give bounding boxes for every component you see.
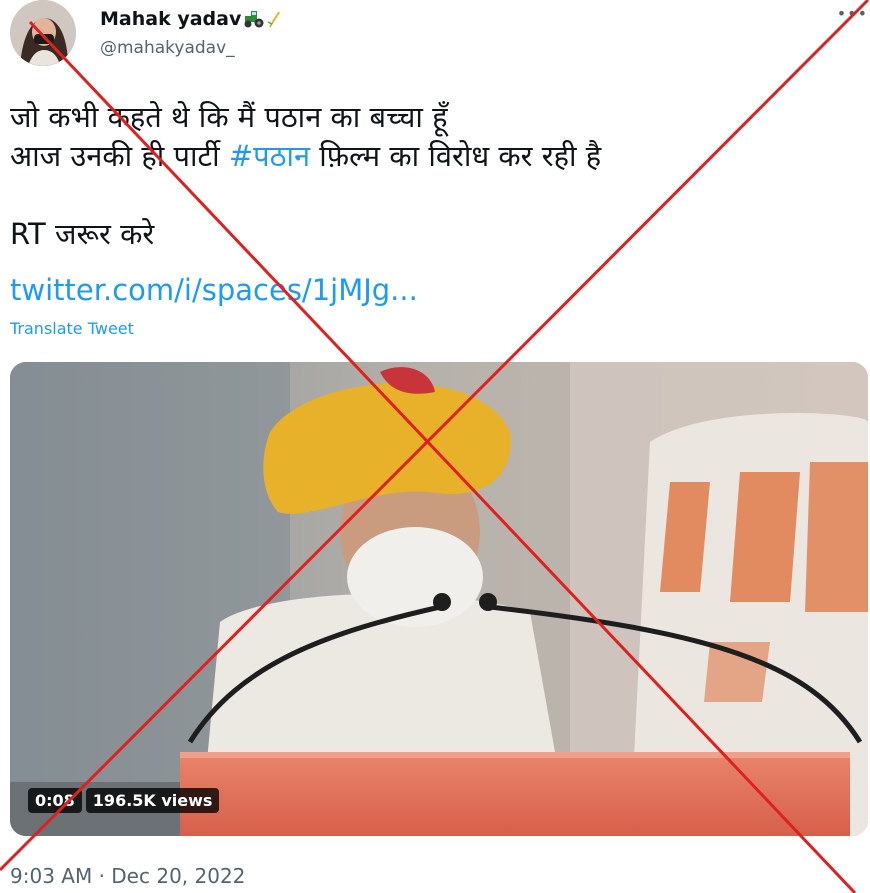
tweet-line-2: आज उनकी ही पार्टी #पठान फ़िल्म का विरोध …	[10, 137, 860, 176]
avatar-photo	[10, 0, 76, 66]
video-frame	[10, 362, 868, 836]
hashtag-link[interactable]: #पठान	[229, 139, 310, 173]
avatar[interactable]	[10, 0, 76, 66]
tweet-text: जो कभी कहते थे कि मैं पठान का बच्चा हूँ …	[10, 98, 860, 254]
ellipsis-icon[interactable]: •••	[837, 4, 868, 23]
video-views: 196.5K views	[85, 788, 220, 813]
tractor-icon	[243, 10, 265, 33]
video-overlay: 0:08 196.5K views	[28, 788, 220, 813]
translate-tweet-link[interactable]: Translate Tweet	[10, 319, 134, 338]
video-player[interactable]	[10, 362, 868, 836]
author-handle[interactable]: @mahakyadav_	[100, 38, 235, 58]
wheat-icon	[267, 10, 283, 33]
author-name-text: Mahak yadav	[100, 8, 242, 30]
tweet-line-3: RT जरूर करे	[10, 217, 155, 251]
tweet-timestamp[interactable]: 9:03 AM · Dec 20, 2022	[10, 864, 245, 888]
spaces-link[interactable]: twitter.com/i/spaces/1jMJg...	[10, 273, 418, 307]
author-name[interactable]: Mahak yadav	[100, 8, 283, 33]
tweet-line-2-start: आज उनकी ही पार्टी	[10, 139, 229, 173]
video-duration: 0:08	[28, 788, 82, 813]
tweet-line-1: जो कभी कहते थे कि मैं पठान का बच्चा हूँ	[10, 100, 448, 134]
tweet-card: Mahak yadav @mahakyadav_ ••• जो कभी कहते…	[0, 0, 870, 893]
tweet-line-2-end: फ़िल्म का विरोध कर रही है	[310, 139, 602, 173]
